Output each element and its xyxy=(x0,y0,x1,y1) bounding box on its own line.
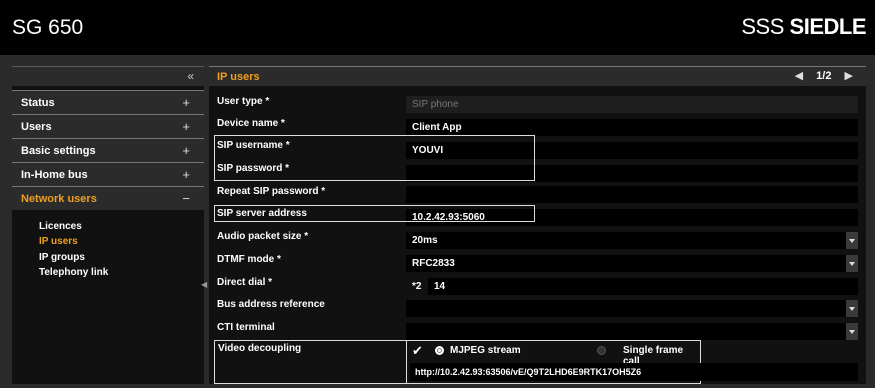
plus-icon[interactable]: + xyxy=(182,119,190,134)
video-url-value: http://10.2.42.93:63506/vE/Q9T2LHD6E9RTK… xyxy=(415,367,642,377)
page-indicator: 1/2 xyxy=(816,70,832,82)
chevron-down-icon[interactable] xyxy=(846,255,858,272)
plus-icon[interactable]: + xyxy=(182,167,190,182)
double-chevron-left-icon[interactable]: « xyxy=(187,69,194,83)
user-type-field: SIP phone xyxy=(406,96,858,113)
device-name-value: Client App xyxy=(412,122,462,133)
video-decoupling-label-box: Video decoupling xyxy=(214,340,409,384)
user-type-label: User type * xyxy=(217,96,270,107)
minus-icon[interactable]: − xyxy=(182,191,190,206)
user-type-value: SIP phone xyxy=(412,99,459,110)
sidebar-item-label: Network users xyxy=(21,193,97,205)
sidebar-item-network-users[interactable]: Network users − xyxy=(12,186,204,210)
direct-dial-label: Direct dial * xyxy=(217,277,273,288)
chevron-down-icon[interactable] xyxy=(846,300,858,317)
device-name-field[interactable]: Client App xyxy=(406,119,858,136)
video-url-field[interactable]: http://10.2.42.93:63506/vE/Q9T2LHD6E9RTK… xyxy=(410,363,858,381)
audio-packet-select[interactable]: 20ms xyxy=(406,232,858,249)
repeat-password-label: Repeat SIP password * xyxy=(217,186,326,197)
plus-icon[interactable]: + xyxy=(182,143,190,158)
sidebar-subitem-telephony-link[interactable]: Telephony link xyxy=(39,267,108,278)
direct-dial-prefix-text: *2 xyxy=(412,281,422,292)
panel-title: IP users xyxy=(217,71,260,83)
sidebar-item-status[interactable]: Status + xyxy=(12,90,204,114)
plus-icon[interactable]: + xyxy=(182,95,190,110)
dtmf-mode-label: DTMF mode * xyxy=(217,254,281,265)
mjpeg-radio[interactable] xyxy=(435,346,444,355)
device-name-label: Device name * xyxy=(217,118,285,129)
sidebar-subitem-ip-users[interactable]: IP users xyxy=(39,236,78,247)
single-frame-radio[interactable] xyxy=(597,346,606,355)
sidebar-item-basic-settings[interactable]: Basic settings + xyxy=(12,138,204,162)
direct-dial-value: 14 xyxy=(434,281,446,292)
sidebar-subitem-licences[interactable]: Licences xyxy=(39,221,82,232)
audio-packet-value: 20ms xyxy=(412,235,438,246)
bus-address-select[interactable] xyxy=(406,300,858,317)
app-title: SG 650 xyxy=(12,16,84,39)
audio-packet-label: Audio packet size * xyxy=(217,231,309,242)
dtmf-mode-select[interactable]: RFC2833 xyxy=(406,255,858,272)
cti-terminal-select[interactable] xyxy=(406,323,858,340)
server-highlight-box xyxy=(214,205,535,222)
brand-logo-light: SSS xyxy=(741,14,784,39)
prev-page-icon[interactable]: ◀ xyxy=(795,69,803,82)
sidebar-item-label: In-Home bus xyxy=(21,169,88,181)
mjpeg-option-label: MJPEG stream xyxy=(450,345,521,356)
sidebar-subitem-ip-groups[interactable]: IP groups xyxy=(39,252,85,263)
repeat-password-field[interactable] xyxy=(406,186,858,203)
app-header: SG 650 SSS SIEDLE xyxy=(0,0,875,55)
brand-logo-bold: SIEDLE xyxy=(789,14,867,39)
direct-dial-field[interactable]: 14 xyxy=(428,278,858,295)
bus-address-label: Bus address reference xyxy=(217,299,325,310)
cti-terminal-label: CTI terminal xyxy=(217,322,275,333)
sidebar-item-label: Basic settings xyxy=(21,145,96,157)
video-decoupling-options: ✔ MJPEG stream Single frame call http://… xyxy=(406,340,858,384)
video-decoupling-checkbox[interactable]: ✔ xyxy=(412,343,423,359)
panel-header: IP users ◀ 1/2 ▶ xyxy=(209,66,866,86)
brand-logo: SSS SIEDLE xyxy=(741,14,866,40)
sidebar-item-label: Status xyxy=(21,97,55,109)
resize-handle-icon[interactable]: ◀ xyxy=(201,280,207,289)
credentials-highlight-box xyxy=(214,135,535,181)
dtmf-mode-value: RFC2833 xyxy=(412,258,455,269)
chevron-down-icon[interactable] xyxy=(846,323,858,340)
ip-users-panel: IP users ◀ 1/2 ▶ User type * SIP phone D… xyxy=(209,66,866,384)
sidebar-collapse-button[interactable]: « xyxy=(12,66,204,86)
direct-dial-prefix: *2 xyxy=(406,278,428,295)
sidebar-item-label: Users xyxy=(21,121,52,133)
pager: ◀ 1/2 ▶ xyxy=(790,69,858,82)
next-page-icon[interactable]: ▶ xyxy=(845,69,853,82)
sidebar: « Status + Users + Basic settings + In-H… xyxy=(12,66,204,384)
chevron-down-icon[interactable] xyxy=(846,232,858,249)
sidebar-item-users[interactable]: Users + xyxy=(12,114,204,138)
sidebar-item-in-home-bus[interactable]: In-Home bus + xyxy=(12,162,204,186)
video-decoupling-label: Video decoupling xyxy=(218,343,302,354)
